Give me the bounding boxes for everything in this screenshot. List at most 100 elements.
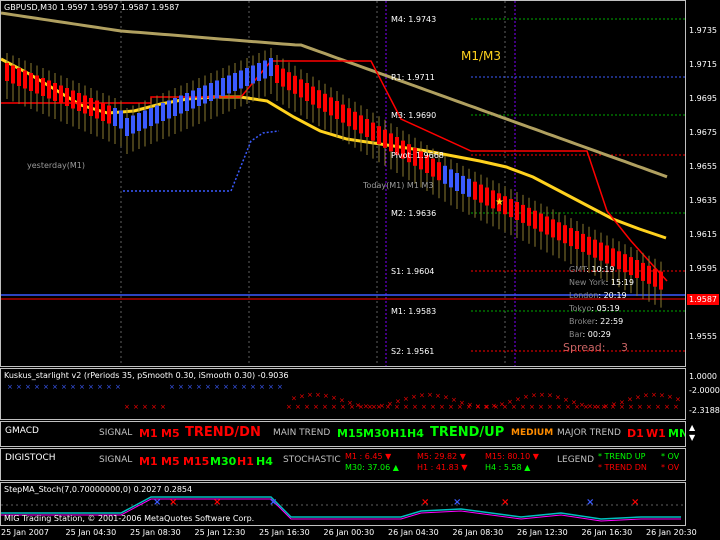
digistoch-tf-h4: H4	[256, 455, 273, 468]
candle-body	[59, 85, 63, 104]
kuskus-marker: ×	[673, 403, 679, 411]
candle-body	[143, 110, 147, 129]
pivot-level-label: S2: 1.9561	[391, 347, 435, 356]
kuskus-marker: ×	[88, 383, 94, 391]
kuskus-indicator-panel[interactable]: × × × × × × × × × × × × × × × × × × × × × × × × × × × × × × × × × × × × × × × ×…	[0, 368, 686, 420]
kuskus-marker: ×	[250, 383, 256, 391]
stepma-cross: ×	[453, 497, 461, 508]
stepma-cross: ×	[153, 497, 161, 508]
kuskus-marker: ×	[539, 391, 545, 399]
kuskus-marker: ×	[322, 403, 328, 411]
candle-body	[23, 70, 27, 89]
kuskus-marker: ×	[467, 401, 473, 409]
spread-display: Spread: 3	[563, 341, 628, 354]
timeframe-label: M1/M3	[461, 49, 502, 63]
candle-body	[107, 105, 111, 124]
kuskus-marker: ×	[313, 403, 319, 411]
candle-body	[221, 78, 225, 96]
price-axis-label: 1.9635	[689, 196, 717, 205]
gmacd-major-trend-label: MAJOR TREND	[557, 428, 621, 438]
kuskus-marker: ×	[603, 402, 609, 410]
kuskus-marker: ×	[315, 391, 321, 399]
candle-body	[641, 262, 645, 281]
time-axis-label: 26 Jan 20:30	[646, 528, 697, 537]
kuskus-marker: ×	[323, 392, 329, 400]
gmacd-trend-dn: TREND/DN	[185, 425, 261, 440]
ma-slow-line	[1, 11, 668, 179]
digistoch-legend-label: LEGEND	[557, 455, 595, 465]
kuskus-marker: ×	[16, 383, 22, 391]
kuskus-marker: ×	[363, 403, 369, 411]
candle-body	[299, 79, 303, 98]
yesterday-label: yesterday(M1)	[27, 161, 85, 170]
digistoch-tf-m15: M15	[183, 455, 210, 468]
kuskus-marker: ×	[97, 383, 103, 391]
kuskus-marker: ×	[142, 403, 148, 411]
candle-body	[605, 245, 609, 264]
gmacd-main-trend-label: MAIN TREND	[273, 428, 331, 438]
kuskus-marker: ×	[628, 403, 634, 411]
price-axis-label: 1.9655	[689, 162, 717, 171]
kuskus-marker: ×	[579, 401, 585, 409]
price-axis-label: 1.9555	[689, 332, 717, 341]
gmacd-tf-m30: M30	[363, 427, 390, 440]
kuskus-marker: ×	[61, 383, 67, 391]
session-ny-label: New York	[569, 278, 606, 287]
candle-body	[47, 80, 51, 99]
stop-line-red	[1, 60, 668, 282]
gmacd-medium: MEDIUM	[511, 428, 554, 438]
kuskus-marker: ×	[403, 395, 409, 403]
gmacd-axis: ▲ ▼	[689, 423, 696, 442]
pivot-level-label: S1: 1.9604	[391, 267, 435, 276]
kuskus-marker: ×	[435, 392, 441, 400]
time-axis-label: 25 Jan 2007	[1, 528, 49, 537]
candle-body	[11, 65, 15, 84]
kuskus-marker: ×	[43, 383, 49, 391]
kuskus-marker: ×	[295, 403, 301, 411]
stepma-cross: ×	[213, 497, 221, 508]
gmacd-tf-d1: D1	[627, 427, 644, 440]
kuskus-marker: ×	[395, 398, 401, 406]
kuskus-marker: ×	[355, 401, 361, 409]
stepma-panel[interactable]: × × × × × × × × × StepMA_Stoch(7,0.70000000,0) 0…	[0, 482, 686, 526]
candle-body	[311, 86, 315, 105]
kuskus-marker: ×	[667, 393, 673, 401]
stepma-title: StepMA_Stoch(7,0.70000000,0) 0.2027 0.28…	[4, 485, 193, 494]
price-axis-label: 1.9675	[689, 128, 717, 137]
current-price-tag: 1.9587	[687, 294, 719, 305]
kuskus-marker: ×	[70, 383, 76, 391]
spread-value: 3	[620, 341, 628, 354]
candle-body	[551, 219, 555, 238]
gmacd-tf-m1: M1	[139, 427, 158, 440]
price-axis[interactable]: 1.9735 1.9715 1.9695 1.9675 1.9655 1.9635 1.96…	[686, 0, 720, 367]
candle-body	[209, 83, 213, 101]
gmacd-tf-mn: MN	[668, 427, 685, 440]
candle-body	[257, 63, 261, 81]
price-axis-label: 1.9715	[689, 60, 717, 69]
kuskus-marker: ×	[565, 403, 571, 411]
candle-body	[161, 103, 165, 121]
digistoch-panel[interactable]: DIGISTOCH SIGNAL M1 M5 M15 M30 H1 H4 STO…	[0, 448, 686, 481]
candle-body	[431, 158, 435, 177]
kuskus-marker: ×	[507, 398, 513, 406]
session-broker-time: 22:59	[600, 317, 624, 326]
time-axis-label: 25 Jan 16:30	[259, 528, 310, 537]
candle-body	[275, 65, 279, 83]
candle-body	[215, 80, 219, 99]
kuskus-marker: ×	[556, 403, 562, 411]
kuskus-marker: ×	[115, 383, 121, 391]
session-bar-label: Bar	[569, 330, 583, 339]
kuskus-marker: ×	[79, 383, 85, 391]
stepma-cross: ×	[586, 497, 594, 508]
main-chart-panel[interactable]: ★ GBPUSD,M30 1.9597 1.9597 1.9587 1.9587…	[0, 0, 686, 367]
gmacd-panel[interactable]: GMACD SIGNAL M1 M5 TREND/DN MAIN TREND M…	[0, 421, 686, 447]
candle-body	[449, 169, 453, 188]
kuskus-marker: ×	[331, 403, 337, 411]
candle-body	[113, 108, 117, 126]
kuskus-marker: ×	[655, 403, 661, 411]
session-gmt-time: 10:19	[591, 265, 615, 274]
kuskus-marker: ×	[515, 395, 521, 403]
candle-body	[251, 65, 255, 84]
candle-body	[179, 95, 183, 114]
candle-body	[653, 268, 657, 287]
